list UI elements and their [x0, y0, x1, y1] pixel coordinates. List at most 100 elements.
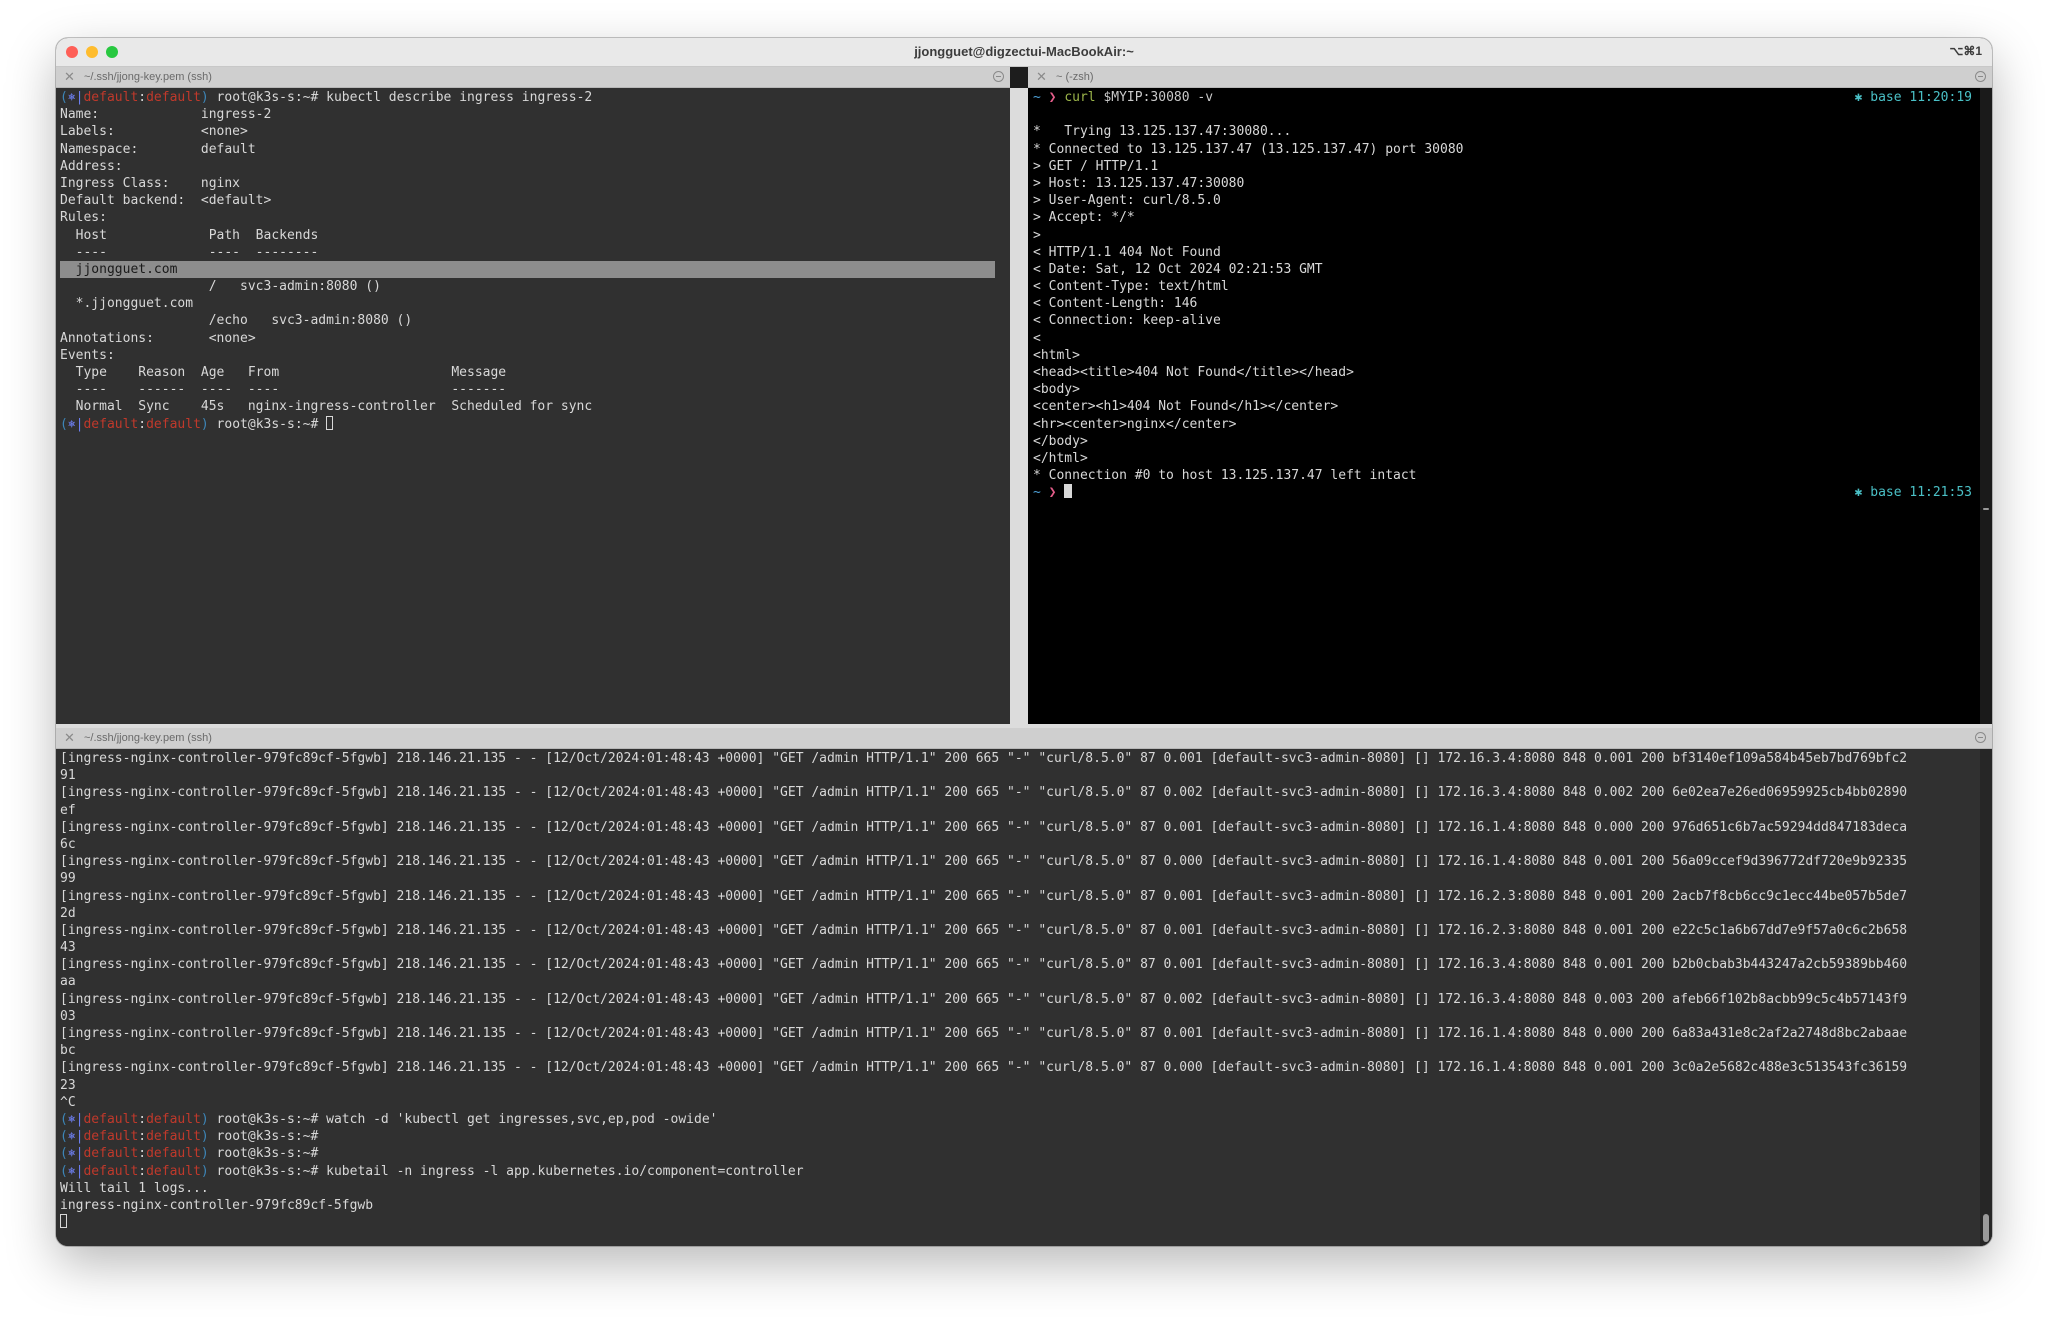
output-line: < HTTP/1.1 404 Not Found [1033, 244, 1221, 260]
title-bar: jjongguet@digzectui-MacBookAir:~ ⌥⌘1 [56, 38, 1992, 67]
pane-bottom[interactable]: ✕ ~/.ssh/jjong-key.pem (ssh) [ingress-ng… [56, 728, 1992, 1246]
pane-menu-icon[interactable] [993, 71, 1004, 82]
prompt-line: (⎈|default:default) root@k3s-s:~# [60, 415, 1010, 433]
log-line: bc [60, 1043, 76, 1059]
pane-menu-icon[interactable] [1975, 71, 1986, 82]
pane-top-right[interactable]: ✕ ~ (-zsh) ~ ❯ curl $MYIP:30080 -v ✱ base… [1028, 67, 1992, 724]
scrollbar[interactable] [1980, 88, 1992, 724]
terminal-output[interactable]: (⎈|default:default) root@k3s-s:~# kubect… [56, 88, 1010, 724]
terminal-window: jjongguet@digzectui-MacBookAir:~ ⌥⌘1 ✕ ~… [56, 38, 1992, 1246]
output-line: Namespace: default [60, 141, 256, 157]
prompt-line: (⎈|default:default) root@k3s-s:~# watch … [60, 1111, 1992, 1128]
prompt-command: root@k3s-s:~# [208, 1129, 319, 1145]
prompt-paren: ) [200, 1111, 209, 1127]
prompt-context: default [83, 416, 139, 432]
scrollbar[interactable] [1980, 749, 1992, 1246]
output-line: </body> [1033, 433, 1088, 449]
terminal-cursor [326, 415, 334, 430]
log-line: [ingress-nginx-controller-979fc89cf-5fgw… [60, 922, 1908, 938]
scrollbar-thumb[interactable] [1983, 1214, 1989, 1242]
prompt-paren: ) [200, 1163, 209, 1179]
output-line: <body> [1033, 382, 1080, 398]
output-line: / svc3-admin:8080 () [60, 279, 381, 295]
log-line: [ingress-nginx-controller-979fc89cf-5fgw… [60, 819, 1908, 835]
output-line: Host Path Backends [60, 227, 319, 243]
log-line: ef [60, 802, 76, 818]
cursor-line [60, 1214, 1992, 1231]
terminal-output[interactable]: [ingress-nginx-controller-979fc89cf-5fgw… [56, 749, 1992, 1246]
prompt-context: default [83, 1163, 139, 1179]
window-title: jjongguet@digzectui-MacBookAir:~ [914, 44, 1134, 59]
prompt-separator: : [138, 416, 147, 432]
pane-header: ✕ ~ (-zsh) [1028, 67, 1992, 88]
output-line: <center><h1>404 Not Found</h1></center> [1033, 399, 1339, 415]
highlighted-line: jjongguet.com [60, 260, 995, 279]
right-prompt: ✱ base 11:21:53 [1854, 485, 1972, 501]
prompt-namespace: default [146, 1146, 201, 1162]
terminal-output[interactable]: ~ ❯ curl $MYIP:30080 -v ✱ base 11:20:19 * … [1028, 88, 1992, 724]
output-line: * Connected to 13.125.137.47 (13.125.137… [1033, 141, 1464, 157]
terminal-cursor [1064, 484, 1073, 499]
log-line: [ingress-nginx-controller-979fc89cf-5fgw… [60, 854, 1908, 870]
log-line: aa [60, 974, 76, 990]
output-line: > GET / HTTP/1.1 [1033, 158, 1159, 174]
prompt-context: default [83, 1146, 139, 1162]
prompt-command: curl [1064, 90, 1096, 105]
log-line: 99 [60, 871, 76, 887]
scrollbar-thumb[interactable] [1983, 508, 1989, 510]
prompt-line: (⎈|default:default) root@k3s-s:~# kubeta… [60, 1163, 1992, 1180]
right-prompt: ✱ base 11:20:19 [1854, 90, 1972, 105]
prompt-arguments: $MYIP:30080 -v [1095, 90, 1214, 105]
close-pane-icon[interactable]: ✕ [1036, 69, 1047, 85]
output-line: < Connection: keep-alive [1033, 313, 1221, 329]
log-line: [ingress-nginx-controller-979fc89cf-5fgw… [60, 888, 1908, 904]
prompt-command: root@k3s-s:~# watch -d 'kubectl get ingr… [208, 1111, 718, 1127]
prompt-command: root@k3s-s:~# [208, 416, 327, 432]
output-line: Annotations: <none> [60, 330, 256, 346]
output-line: Normal Sync 45s nginx-ingress-controller… [60, 399, 593, 415]
log-line: [ingress-nginx-controller-979fc89cf-5fgw… [60, 785, 1908, 801]
output-line: Will tail 1 logs... [60, 1180, 209, 1196]
prompt-separator: : [138, 1163, 147, 1179]
prompt-path: ~ [1033, 485, 1049, 501]
prompt-kube-icon: ⎈| [67, 1129, 84, 1145]
output-line: ingress-nginx-controller-979fc89cf-5fgwb [60, 1197, 374, 1213]
prompt-namespace: default [146, 1129, 201, 1145]
window-shortcut: ⌥⌘1 [1949, 44, 1982, 58]
prompt-separator: : [138, 1129, 147, 1145]
prompt-kube-icon: ⎈| [67, 1163, 84, 1179]
prompt-paren: ( [60, 1111, 68, 1127]
output-line: Address: [60, 158, 123, 174]
close-pane-icon[interactable]: ✕ [64, 69, 75, 85]
pane-menu-icon[interactable] [1975, 732, 1986, 743]
prompt-namespace: default [146, 1163, 201, 1179]
log-line: [ingress-nginx-controller-979fc89cf-5fgw… [60, 751, 1908, 766]
pane-divider-vertical[interactable] [1010, 88, 1028, 724]
output-line: > Accept: */* [1033, 210, 1135, 226]
prompt-kube-icon: ⎈| [67, 1146, 84, 1162]
output-line: *.jjongguet.com [60, 296, 194, 312]
log-line: 6c [60, 836, 76, 852]
output-line: > Host: 13.125.137.47:30080 [1033, 175, 1245, 191]
terminal-cursor [60, 1214, 67, 1229]
prompt-paren: ( [60, 90, 68, 105]
output-line: <html> [1033, 347, 1080, 363]
output-line: Name: ingress-2 [60, 107, 272, 123]
pane-title: ~/.ssh/jjong-key.pem (ssh) [84, 71, 212, 83]
output-line: Events: [60, 347, 115, 363]
prompt-command: root@k3s-s:~# kubetail -n ingress -l app… [208, 1163, 804, 1179]
output-line: ---- ---- -------- [60, 244, 319, 260]
pane-title: ~/.ssh/jjong-key.pem (ssh) [84, 732, 212, 744]
pane-top-left[interactable]: ✕ ~/.ssh/jjong-key.pem (ssh) (⎈|default:… [56, 67, 1010, 724]
prompt-namespace: default [146, 90, 201, 105]
prompt-arrow: ❯ [1048, 485, 1065, 501]
output-line: <hr><center>nginx</center> [1033, 416, 1237, 432]
close-pane-icon[interactable]: ✕ [64, 730, 75, 746]
prompt-arrow: ❯ [1048, 90, 1065, 105]
output-line: Type Reason Age From Message [60, 365, 507, 380]
prompt-paren: ) [200, 416, 209, 432]
output-line: <head><title>404 Not Found</title></head… [1033, 365, 1354, 380]
prompt-line: (⎈|default:default) root@k3s-s:~# [60, 1145, 1992, 1162]
prompt-separator: : [138, 90, 147, 105]
log-line: [ingress-nginx-controller-979fc89cf-5fgw… [60, 957, 1908, 973]
